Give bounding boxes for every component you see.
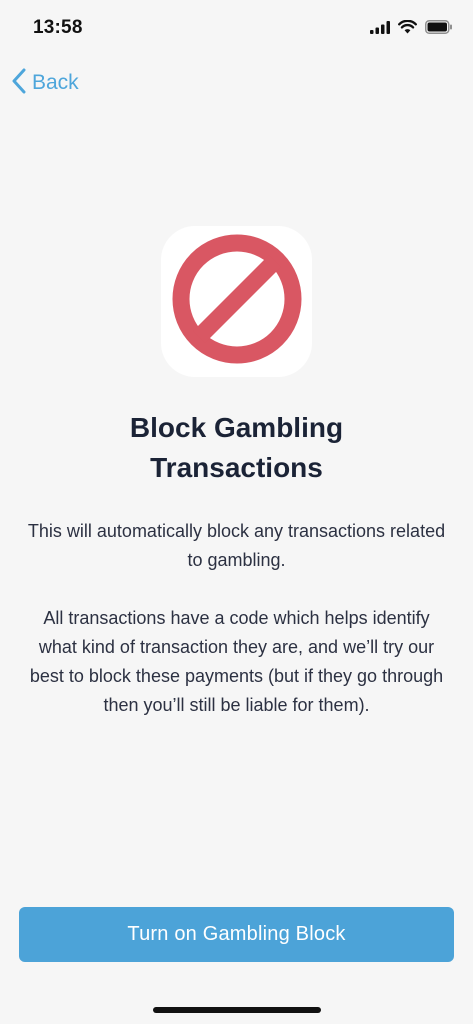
status-time: 13:58 [33, 17, 83, 38]
status-bar: 13:58 [0, 0, 473, 60]
turn-on-gambling-block-button[interactable]: Turn on Gambling Block [19, 907, 454, 962]
back-button[interactable]: Back [12, 66, 79, 100]
description-paragraph-1: This will automatically block any transa… [27, 521, 446, 570]
back-label: Back [32, 71, 79, 94]
page-title: Block Gambling Transactions [129, 412, 344, 483]
button-label: Turn on Gambling Block [127, 923, 346, 945]
gambling-block-icon-tile [161, 226, 312, 377]
status-icons [370, 19, 453, 39]
wifi-icon [398, 19, 417, 39]
prohibited-icon [172, 234, 302, 369]
chevron-left-icon [12, 68, 26, 99]
battery-icon [425, 20, 453, 39]
description-paragraph-2: All transactions have a code which helps… [29, 608, 444, 715]
cellular-signal-icon [370, 20, 390, 39]
home-indicator [153, 1007, 321, 1013]
